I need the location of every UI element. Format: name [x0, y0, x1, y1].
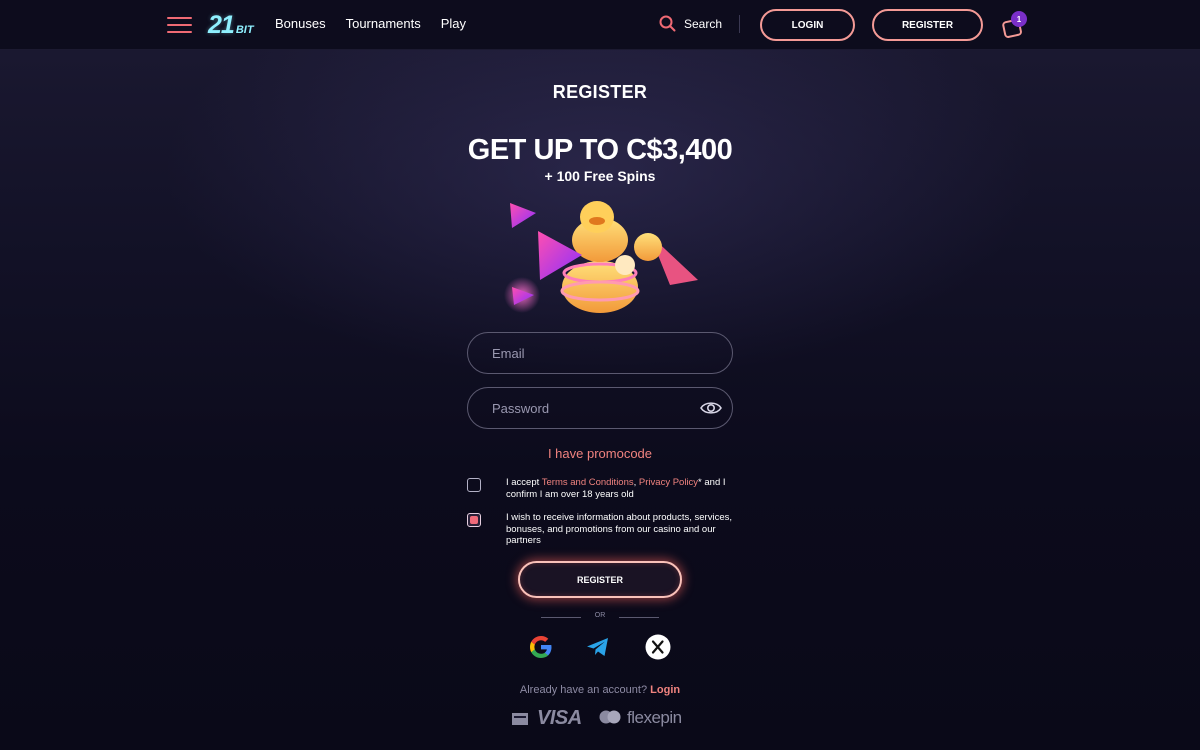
nav-bonuses[interactable]: Bonuses [275, 16, 326, 31]
top-header: 21 BIT Bonuses Tournaments Play Search L… [0, 0, 1200, 50]
password-input[interactable] [492, 400, 692, 416]
logo-number: 21 [208, 11, 235, 39]
page-title: REGISTER [552, 82, 648, 102]
menu-icon[interactable] [167, 17, 192, 33]
login-button[interactable]: LOGIN [760, 9, 855, 41]
privacy-link[interactable]: Privacy Policy [639, 477, 698, 488]
logo-text: BIT [235, 24, 254, 36]
email-field[interactable] [467, 332, 733, 374]
terms-prefix: I accept [506, 477, 542, 488]
or-divider-right [619, 617, 659, 618]
email-input[interactable] [492, 345, 692, 361]
telegram-icon[interactable] [585, 634, 611, 660]
search-icon [659, 15, 676, 32]
header-register-button[interactable]: REGISTER [872, 9, 983, 41]
search-button[interactable]: Search [659, 15, 722, 32]
mastercard-icon [599, 710, 621, 724]
bonus-cart-button[interactable]: 1 [1002, 11, 1028, 38]
cart-count-badge: 1 [1011, 11, 1027, 27]
nav-tournaments[interactable]: Tournaments [346, 16, 421, 31]
x-icon[interactable] [645, 634, 671, 660]
site-logo[interactable]: 21 BIT [208, 11, 254, 39]
marketing-text: I wish to receive information about prod… [506, 512, 732, 546]
already-text: Already have an account? [519, 684, 651, 696]
register-button[interactable]: REGISTER [518, 561, 682, 598]
search-label: Search [684, 16, 723, 31]
password-field[interactable] [467, 387, 733, 429]
terms-text: I accept Terms and Conditions, Privacy P… [506, 477, 738, 500]
nav-play[interactable]: Play [441, 16, 466, 31]
header-divider [739, 15, 740, 33]
terms-link[interactable]: Terms and Conditions [542, 477, 634, 488]
terms-checkbox[interactable] [467, 478, 481, 492]
visa-logo: VISA [537, 706, 582, 729]
google-icon[interactable] [528, 634, 554, 660]
login-link[interactable]: Login [650, 684, 680, 696]
bank-transfer-icon [512, 713, 528, 725]
flexepin-logo: flexepin [627, 708, 682, 727]
or-label: OR [594, 612, 606, 619]
marketing-checkbox[interactable] [467, 513, 481, 527]
main-nav: Bonuses Tournaments Play [275, 16, 486, 31]
promocode-link[interactable]: I have promocode [0, 446, 1200, 461]
already-have-account: Already have an account? Login [0, 684, 1200, 696]
mascot-illustration [504, 201, 698, 313]
bonus-headline: GET UP TO C$3,400 [467, 134, 733, 166]
bonus-subtitle: + 100 Free Spins [544, 168, 656, 184]
show-password-icon[interactable] [700, 400, 722, 416]
